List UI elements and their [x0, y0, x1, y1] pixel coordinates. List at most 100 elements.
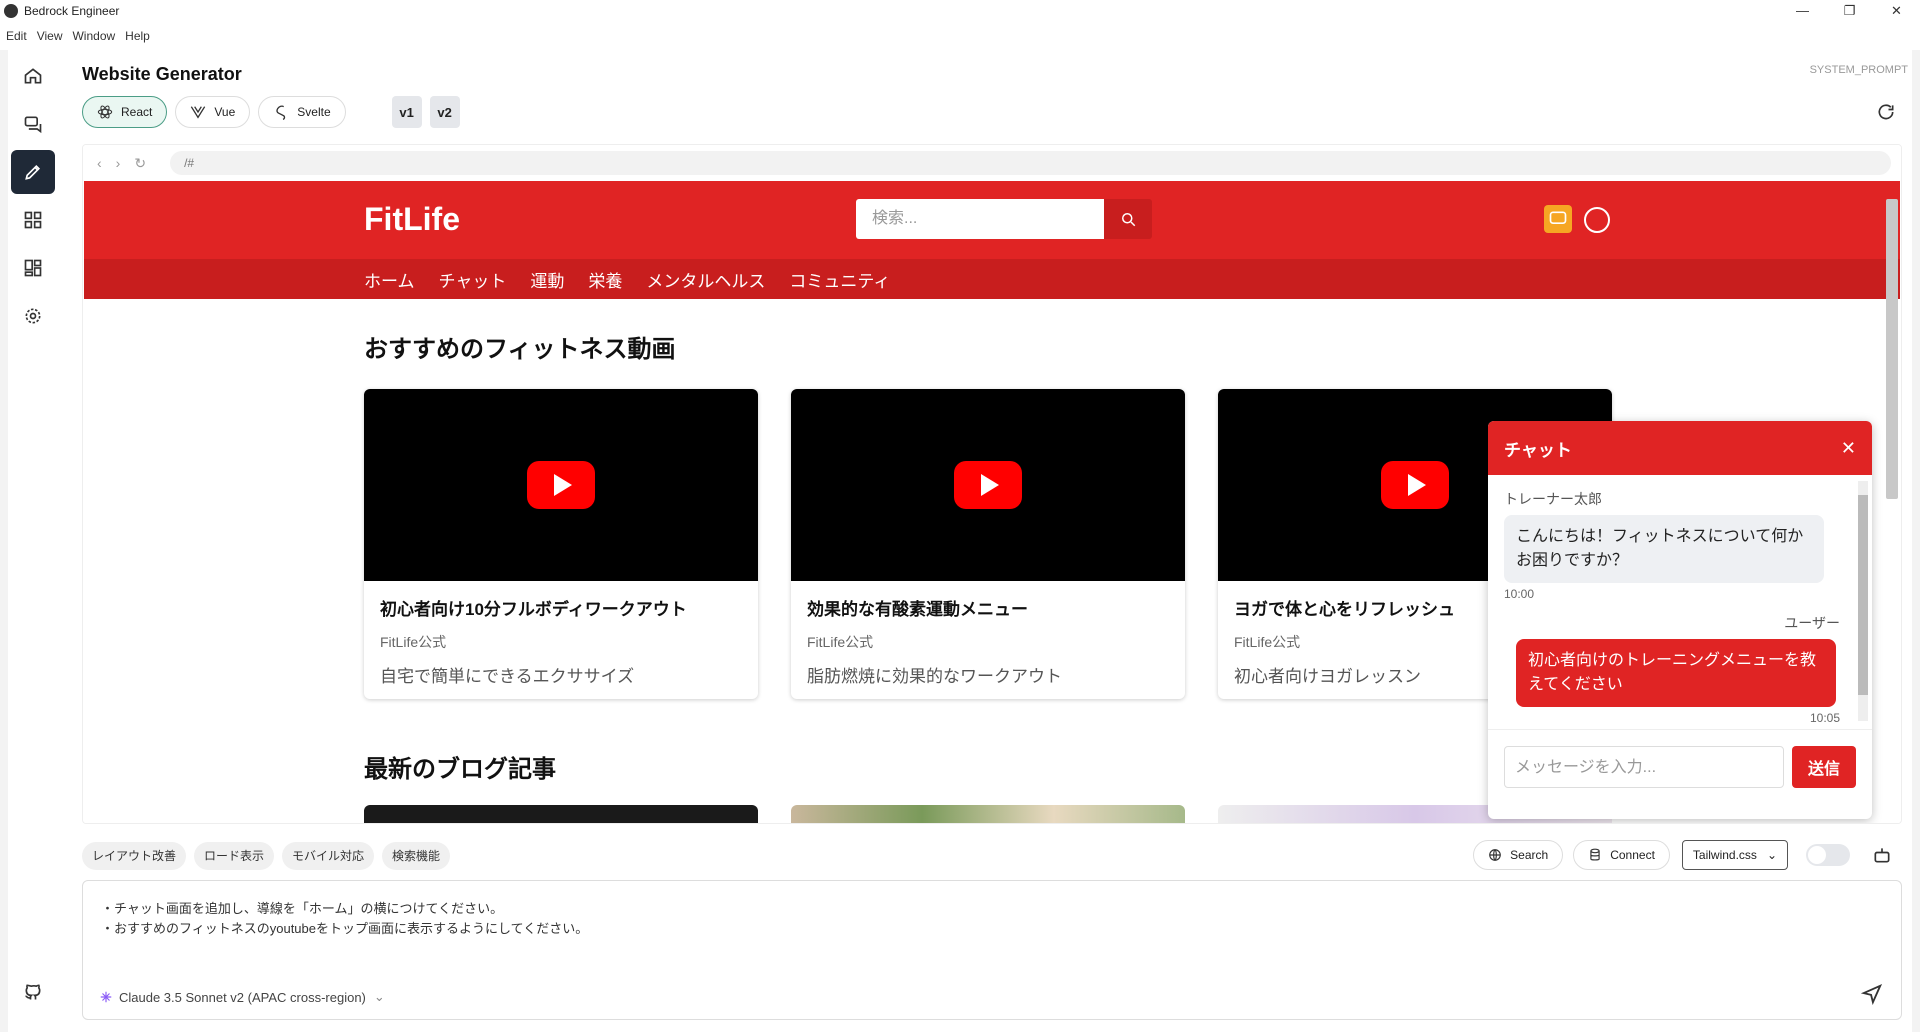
user-icon[interactable] — [1584, 207, 1610, 233]
refresh-icon[interactable] — [1876, 102, 1896, 122]
layout-icon — [24, 259, 42, 277]
video-description: 自宅で簡単にできるエクササイズ — [380, 667, 635, 686]
chat-message-input[interactable]: メッセージを入力... — [1504, 746, 1784, 788]
site-nav-nutrition[interactable]: 栄養 — [588, 267, 622, 292]
url-input[interactable]: /# — [170, 151, 1891, 175]
video-thumbnail[interactable] — [364, 389, 758, 581]
video-title: 効果的な有酸素運動メニュー — [807, 600, 1028, 619]
minimize-button[interactable]: — — [1779, 0, 1826, 22]
youtube-play-icon[interactable] — [1381, 461, 1449, 509]
connect-button[interactable]: Connect — [1573, 840, 1670, 870]
framework-react-button[interactable]: React — [82, 96, 168, 128]
forward-icon[interactable]: › — [116, 155, 121, 171]
back-icon[interactable]: ‹ — [97, 155, 102, 171]
settings-icon — [25, 308, 41, 324]
chat-panel: チャット ✕ トレーナー太郎 こんにちは！フィットネスについて何かお困りですか？… — [1488, 421, 1872, 819]
reload-icon[interactable]: ↻ — [134, 155, 146, 172]
sidebar-item-home[interactable] — [11, 54, 55, 98]
site-nav-chat[interactable]: チャット — [439, 267, 507, 292]
chevron-down-icon: ⌄ — [373, 989, 385, 1004]
sidebar-item-github[interactable] — [11, 970, 55, 1014]
sidebar-item-chat[interactable] — [11, 102, 55, 146]
message-bubble: こんにちは！フィットネスについて何かお困りですか？ — [1504, 515, 1824, 583]
site-nav-mental[interactable]: メンタルヘルス — [646, 267, 765, 292]
search-icon — [1122, 213, 1136, 227]
menu-view[interactable]: View — [37, 29, 63, 43]
video-section-title: おすすめのフィットネス動画 — [364, 336, 676, 363]
site-search-input[interactable]: 検索... — [856, 199, 1104, 239]
framework-svelte-button[interactable]: Svelte — [258, 96, 346, 128]
send-icon[interactable] — [1861, 983, 1883, 1005]
site-search-button[interactable] — [1104, 199, 1152, 239]
globe-icon — [1489, 849, 1502, 861]
close-window-button[interactable]: ✕ — [1873, 0, 1920, 22]
chip-mobile[interactable]: モバイル対応 — [282, 842, 375, 870]
search-label: Search — [1510, 848, 1549, 862]
menu-window[interactable]: Window — [72, 29, 115, 43]
robot-icon[interactable] — [1872, 845, 1892, 865]
model-selector[interactable]: Claude 3.5 Sonnet v2 (APAC cross-region)… — [99, 989, 385, 1005]
video-channel: FitLife公式 — [380, 634, 447, 650]
model-name: Claude 3.5 Sonnet v2 (APAC cross-region) — [119, 989, 366, 1005]
chat-icon — [24, 116, 42, 134]
version-v1-button[interactable]: v1 — [391, 96, 422, 128]
site-logo[interactable]: FitLife — [364, 201, 460, 238]
url-bar: ‹ › ↻ /# — [83, 145, 1901, 181]
site-nav-community[interactable]: コミュニティ — [789, 267, 890, 292]
sidebar — [8, 54, 58, 1024]
framework-vue-button[interactable]: Vue — [175, 96, 251, 128]
react-icon — [97, 105, 113, 119]
message-sender: トレーナー太郎 — [1504, 491, 1602, 507]
agent-toggle[interactable] — [1806, 844, 1850, 866]
prompt-line: ・おすすめのフィットネスのyoutubeをトップ画面に表示するようにしてください… — [101, 921, 589, 936]
menu-help[interactable]: Help — [125, 29, 150, 43]
youtube-play-icon[interactable] — [954, 461, 1022, 509]
window-title: Bedrock Engineer — [24, 4, 120, 18]
video-channel: FitLife公式 — [807, 634, 874, 650]
search-toggle-button[interactable]: Search — [1473, 840, 1564, 870]
sidebar-item-settings[interactable] — [11, 294, 55, 338]
chip-layout[interactable]: レイアウト改善 — [82, 842, 187, 870]
vue-icon — [191, 106, 206, 119]
chat-scrollbar[interactable] — [1858, 481, 1868, 721]
site-preview: FitLife 検索... ホーム チャット 運動 栄養 メンタルヘルス コミュ… — [84, 181, 1900, 823]
video-thumbnail[interactable] — [791, 389, 1185, 581]
video-card[interactable]: 効果的な有酸素運動メニュー FitLife公式 脂肪燃焼に効果的なワークアウト — [791, 389, 1185, 699]
framework-label: React — [121, 105, 153, 119]
maximize-button[interactable]: ❐ — [1826, 0, 1873, 22]
blog-card-image[interactable] — [364, 805, 758, 823]
close-icon[interactable]: ✕ — [1841, 438, 1856, 459]
chip-loading[interactable]: ロード表示 — [194, 842, 275, 870]
site-nav-home[interactable]: ホーム — [364, 267, 415, 292]
suggestion-chips: レイアウト改善 ロード表示 モバイル対応 検索機能 — [82, 842, 458, 870]
message-time: 10:00 — [1504, 587, 1535, 601]
menu-edit[interactable]: Edit — [6, 29, 27, 43]
claude-icon — [100, 991, 112, 1003]
chat-send-button[interactable]: 送信 — [1792, 746, 1856, 788]
pen-icon — [25, 164, 41, 180]
app-logo-icon — [4, 4, 18, 18]
style-select[interactable]: Tailwind.css ⌄ — [1681, 840, 1788, 870]
sidebar-item-layout[interactable] — [11, 246, 55, 290]
site-chat-button[interactable] — [1544, 205, 1572, 233]
chip-search[interactable]: 検索機能 — [382, 842, 451, 870]
prompt-input[interactable]: ・チャット画面を追加し、導線を「ホーム」の横につけてください。 ・おすすめのフィ… — [82, 880, 1902, 1020]
github-icon — [25, 984, 41, 1000]
sidebar-item-grid[interactable] — [11, 198, 55, 242]
youtube-play-icon[interactable] — [527, 461, 595, 509]
connect-label: Connect — [1610, 848, 1655, 862]
framework-label: Vue — [214, 105, 236, 119]
page-title: Website Generator — [82, 64, 242, 84]
style-select-value: Tailwind.css — [1692, 848, 1757, 862]
video-card[interactable]: 初心者向け10分フルボディワークアウト FitLife公式 自宅で簡単にできるエ… — [364, 389, 758, 699]
blog-card-image[interactable] — [791, 805, 1185, 823]
home-icon — [24, 68, 42, 84]
chevron-down-icon: ⌄ — [1766, 848, 1777, 862]
database-icon — [1590, 848, 1600, 861]
system-prompt-link[interactable]: SYSTEM_PROMPT — [1810, 64, 1908, 76]
site-nav-exercise[interactable]: 運動 — [530, 267, 564, 292]
version-v2-button[interactable]: v2 — [429, 96, 460, 128]
sidebar-item-website-generator[interactable] — [11, 150, 55, 194]
page-scrollbar[interactable] — [1886, 185, 1898, 821]
message-sender: ユーザー — [1784, 615, 1840, 631]
